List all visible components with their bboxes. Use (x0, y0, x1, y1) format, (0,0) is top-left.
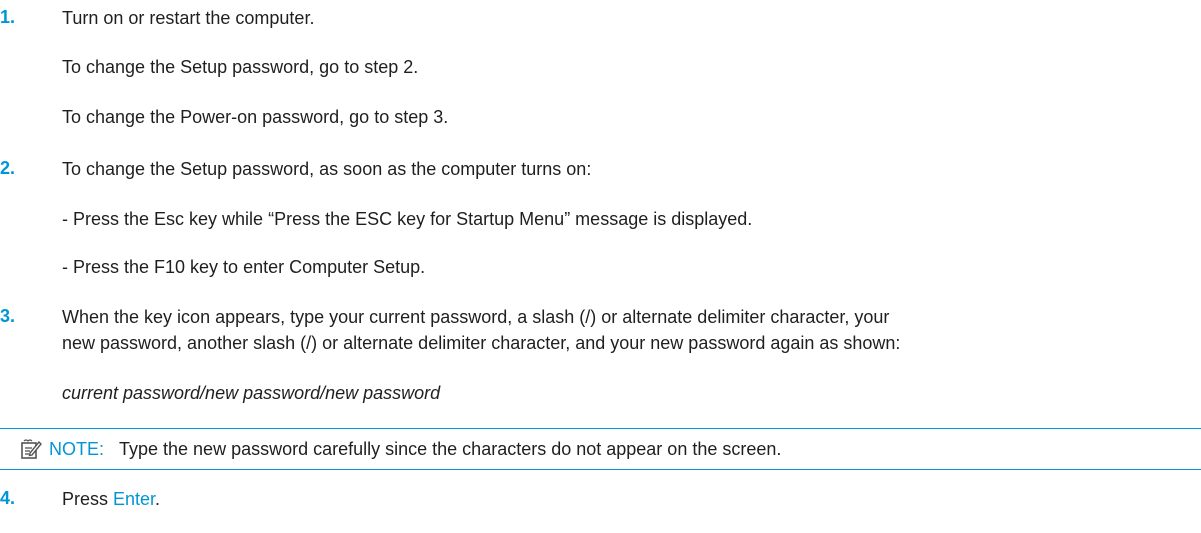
enter-key-link[interactable]: Enter (113, 489, 155, 509)
note-pencil-icon (20, 438, 42, 460)
step-number-3: 3. (0, 306, 16, 326)
step-4-text: Press Enter. (62, 488, 160, 510)
step-2-sub-text-1: - Press the Esc key while “Press the ESC… (62, 209, 753, 229)
step-4-suffix: . (155, 489, 161, 509)
step-2-sub-text-2: - Press the F10 key to enter Computer Se… (62, 257, 426, 277)
note-box: NOTE: Type the new password carefully si… (0, 428, 1201, 470)
note-text: Type the new password carefully since th… (119, 439, 782, 459)
step-3-text-line-2: new password, another slash (/) or alter… (62, 333, 901, 353)
step-4-prefix: Press (62, 489, 114, 509)
step-number-1: 1. (0, 7, 16, 27)
step-1-sub-text-2: To change the Power-on password, go to s… (62, 107, 449, 127)
password-format-example: current password/new password/new passwo… (62, 383, 441, 403)
step-number-2: 2. (0, 158, 16, 178)
step-2-text: To change the Setup password, as soon as… (62, 159, 592, 179)
note-label: NOTE: (49, 439, 105, 459)
step-1-sub-text-1: To change the Setup password, go to step… (62, 57, 419, 77)
step-number-4: 4. (0, 488, 16, 508)
step-1-text: Turn on or restart the computer. (62, 8, 315, 28)
step-3-text-line-1: When the key icon appears, type your cur… (62, 307, 890, 327)
